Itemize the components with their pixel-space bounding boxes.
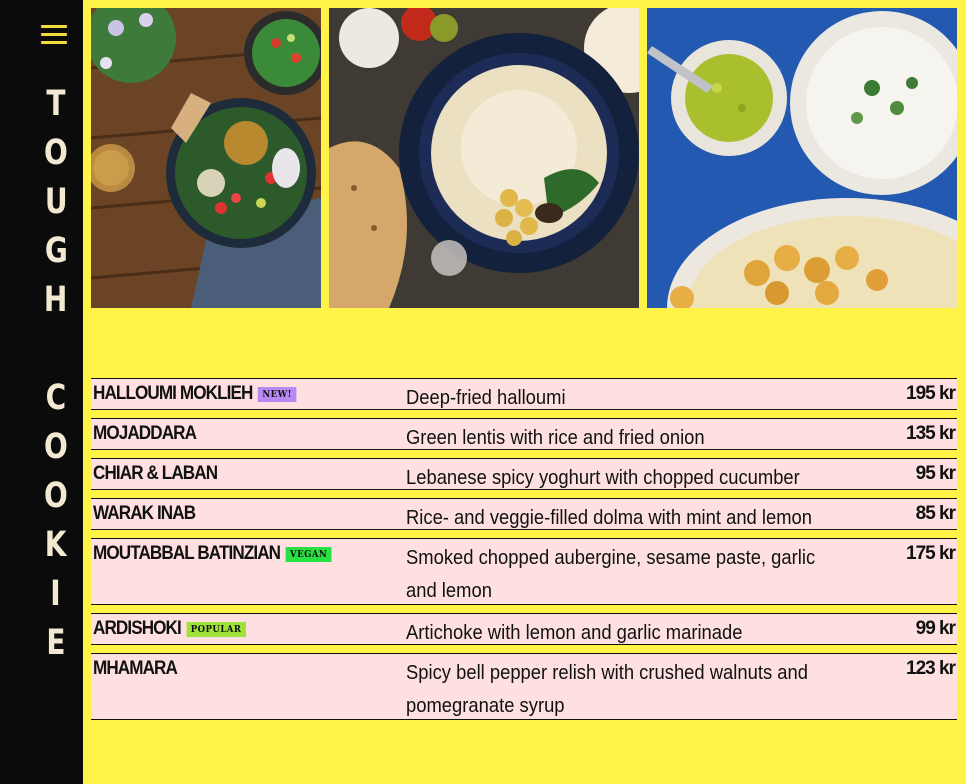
dish-description: Artichoke with lemon and garlic marinade [406,622,743,644]
brand-letter: H [44,280,68,320]
brand-letter: U [44,182,68,222]
menu-row[interactable]: MOUTABBAL BATINZIAN VEGAN Smoked chopped … [91,538,957,605]
dish-name: MOJADDARA [93,423,197,444]
dish-description: Deep-fried halloumi [406,387,566,409]
brand-letter: G [44,231,68,271]
menu-row[interactable]: WARAK INAB Rice- and veggie-filled dolma… [91,498,957,530]
new-badge: NEW! [257,387,297,402]
hamburger-menu-icon[interactable] [41,25,67,45]
dish-description: Rice- and veggie-filled dolma with mint … [406,507,813,529]
dish-name: ARDISHOKI [93,618,182,639]
dish-name: HALLOUMI MOKLIEH [93,383,253,404]
dish-description: Smoked chopped aubergine, sesame paste, … [406,547,816,602]
brand-logo: T O U G H C O O K I E [35,80,77,668]
dish-price: 99 kr [915,618,956,639]
vegan-badge: VEGAN [285,547,332,562]
menu-row[interactable]: MHAMARA Spicy bell pepper relish with cr… [91,653,957,720]
dish-name: MHAMARA [93,658,178,679]
dish-price: 175 kr [906,543,956,564]
food-photo-hummus-plate[interactable] [329,8,639,308]
food-photo-dips[interactable] [647,8,957,308]
menu-list: HALLOUMI MOKLIEH NEW! Deep-fried halloumi… [91,378,957,728]
dish-description: Green lentis with rice and fried onion [406,427,705,449]
brand-letter: C [45,378,67,418]
sidebar: T O U G H C O O K I E [0,0,83,784]
brand-letter: O [44,133,68,173]
brand-letter: E [46,623,66,663]
brand-letter: T [46,84,66,124]
dish-name: MOUTABBAL BATINZIAN [93,543,281,564]
menu-row[interactable]: CHIAR & LABAN Lebanese spicy yoghurt wit… [91,458,957,490]
dish-price: 135 kr [906,423,956,444]
brand-letter: K [45,525,67,565]
dish-description: Spicy bell pepper relish with crushed wa… [406,662,808,717]
popular-badge: POPULAR [186,622,246,637]
dish-name: CHIAR & LABAN [93,463,218,484]
food-photo-salad-bowl[interactable] [91,8,321,308]
dish-price: 123 kr [906,658,956,679]
brand-letter: O [44,427,68,467]
brand-letter: O [44,476,68,516]
dish-description: Lebanese spicy yoghurt with chopped cucu… [406,467,800,489]
menu-row[interactable]: MOJADDARA Green lentis with rice and fri… [91,418,957,450]
dish-price: 85 kr [915,503,956,524]
menu-row[interactable]: HALLOUMI MOKLIEH NEW! Deep-fried halloumi… [91,378,957,410]
menu-row[interactable]: ARDISHOKI POPULAR Artichoke with lemon an… [91,613,957,645]
dish-price: 195 kr [906,383,956,404]
brand-letter: I [50,574,62,614]
dish-name: WARAK INAB [93,503,196,524]
dish-price: 95 kr [915,463,956,484]
